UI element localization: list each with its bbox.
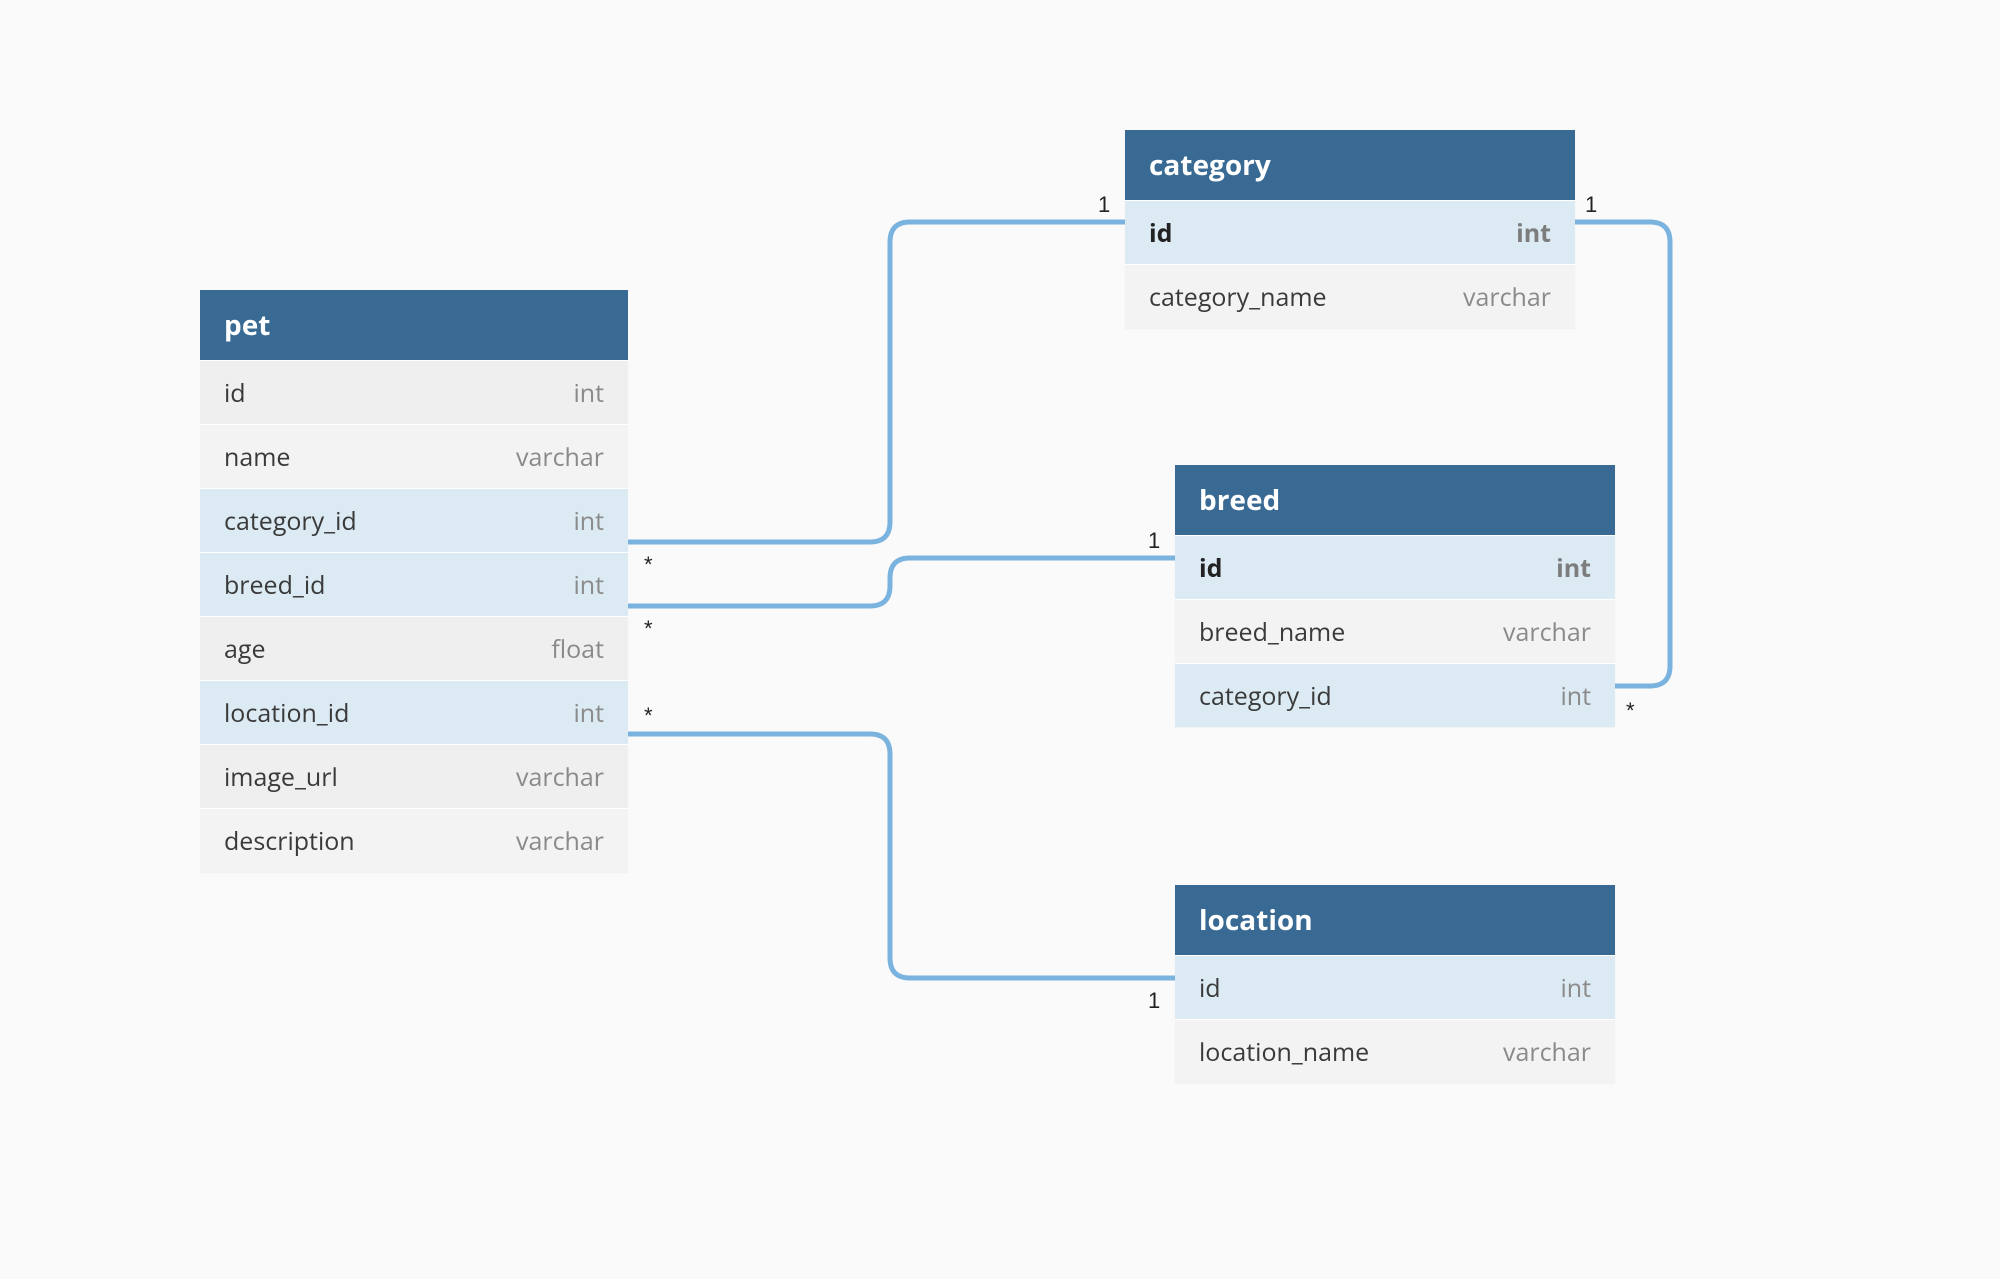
column-type: varchar xyxy=(1463,280,1551,314)
column-name: category_id xyxy=(224,504,357,538)
table-pet: pet id int name varchar category_id int … xyxy=(200,290,628,872)
cardinality-breed-one: 1 xyxy=(1148,528,1160,554)
column-pet-category-id: category_id int xyxy=(200,488,628,552)
column-type: int xyxy=(573,568,604,602)
column-name: category_id xyxy=(1199,679,1332,713)
table-category-header: category xyxy=(1125,130,1575,200)
column-category-id: id int xyxy=(1125,200,1575,264)
column-pet-name: name varchar xyxy=(200,424,628,488)
column-pet-age: age float xyxy=(200,616,628,680)
cardinality-breed-category-many: * xyxy=(1626,698,1635,724)
column-type: varchar xyxy=(1503,615,1591,649)
column-pet-id: id int xyxy=(200,360,628,424)
column-pet-image-url: image_url varchar xyxy=(200,744,628,808)
table-pet-header: pet xyxy=(200,290,628,360)
column-location-id: id int xyxy=(1175,955,1615,1019)
column-name: location_id xyxy=(224,696,349,730)
column-type: varchar xyxy=(1503,1035,1591,1069)
column-name: description xyxy=(224,824,355,858)
cardinality-pet-category-many: * xyxy=(644,552,653,578)
cardinality-category-one-right: 1 xyxy=(1585,192,1597,218)
column-type: int xyxy=(573,696,604,730)
table-category: category id int category_name varchar xyxy=(1125,130,1575,328)
cardinality-pet-location-many: * xyxy=(644,703,653,729)
column-pet-breed-id: breed_id int xyxy=(200,552,628,616)
column-name: location_name xyxy=(1199,1035,1369,1069)
column-location-name: location_name varchar xyxy=(1175,1019,1615,1083)
column-breed-id: id int xyxy=(1175,535,1615,599)
column-name: id xyxy=(224,376,246,410)
column-type: varchar xyxy=(516,440,604,474)
column-name: id xyxy=(1149,216,1172,250)
column-name: image_url xyxy=(224,760,338,794)
column-type: varchar xyxy=(516,824,604,858)
column-pet-description: description varchar xyxy=(200,808,628,872)
column-type: int xyxy=(573,376,604,410)
column-category-name: category_name varchar xyxy=(1125,264,1575,328)
column-type: int xyxy=(1560,679,1591,713)
column-type: float xyxy=(551,632,604,666)
table-location: location id int location_name varchar xyxy=(1175,885,1615,1083)
column-name: age xyxy=(224,632,266,666)
column-type: int xyxy=(573,504,604,538)
column-name: category_name xyxy=(1149,280,1327,314)
column-breed-name: breed_name varchar xyxy=(1175,599,1615,663)
column-type: int xyxy=(1560,971,1591,1005)
cardinality-location-one: 1 xyxy=(1148,988,1160,1014)
table-breed: breed id int breed_name varchar category… xyxy=(1175,465,1615,727)
table-breed-header: breed xyxy=(1175,465,1615,535)
column-name: id xyxy=(1199,551,1222,585)
column-breed-category-id: category_id int xyxy=(1175,663,1615,727)
table-location-header: location xyxy=(1175,885,1615,955)
cardinality-pet-breed-many: * xyxy=(644,616,653,642)
column-name: breed_name xyxy=(1199,615,1345,649)
column-pet-location-id: location_id int xyxy=(200,680,628,744)
column-type: int xyxy=(1556,551,1591,585)
column-name: breed_id xyxy=(224,568,325,602)
column-type: int xyxy=(1516,216,1551,250)
column-name: name xyxy=(224,440,290,474)
column-name: id xyxy=(1199,971,1221,1005)
cardinality-category-one-left: 1 xyxy=(1098,192,1110,218)
column-type: varchar xyxy=(516,760,604,794)
